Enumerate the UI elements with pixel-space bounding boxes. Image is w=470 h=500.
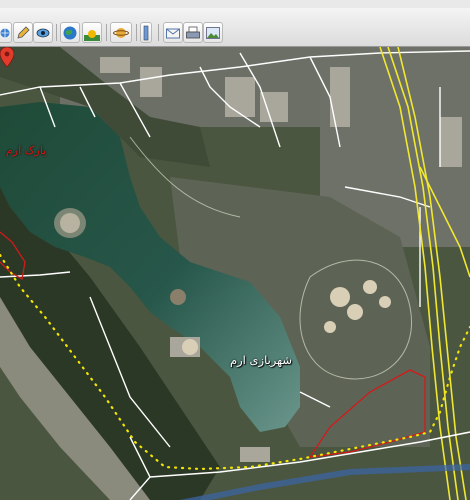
sun-button[interactable] [82, 22, 102, 43]
toolbar-separator [106, 24, 107, 41]
park-label: پارک ارم [6, 144, 47, 157]
email-button[interactable] [163, 22, 183, 43]
globe-add-icon [0, 28, 10, 37]
image-icon [206, 26, 220, 39]
eye-icon [36, 28, 50, 37]
save-image-button[interactable] [203, 22, 223, 43]
toolbar-separator [136, 24, 137, 41]
earth-icon [63, 26, 77, 39]
map-toolbar [0, 8, 470, 47]
toolbar-separator [158, 24, 159, 41]
toolbar-separator [56, 24, 57, 41]
planet-icon [113, 27, 129, 38]
eye-button[interactable] [33, 22, 53, 43]
envelope-icon [166, 28, 180, 38]
satellite-imagery [0, 47, 470, 500]
planet-button[interactable] [110, 22, 132, 43]
earth-button[interactable] [60, 22, 80, 43]
pencil-button[interactable] [13, 22, 33, 43]
globe-add-button[interactable] [0, 22, 12, 43]
printer-icon [186, 26, 200, 38]
sun-icon [84, 29, 100, 41]
pencil-icon [17, 25, 30, 39]
satellite-map[interactable]: پارک ارم شهربازی ارم [0, 47, 470, 500]
ruler-icon [143, 25, 149, 40]
amusement-park-label: شهربازی ارم [230, 353, 293, 367]
location-pin-icon[interactable] [0, 47, 14, 67]
ruler-button[interactable] [140, 22, 152, 43]
print-button[interactable] [183, 22, 203, 43]
